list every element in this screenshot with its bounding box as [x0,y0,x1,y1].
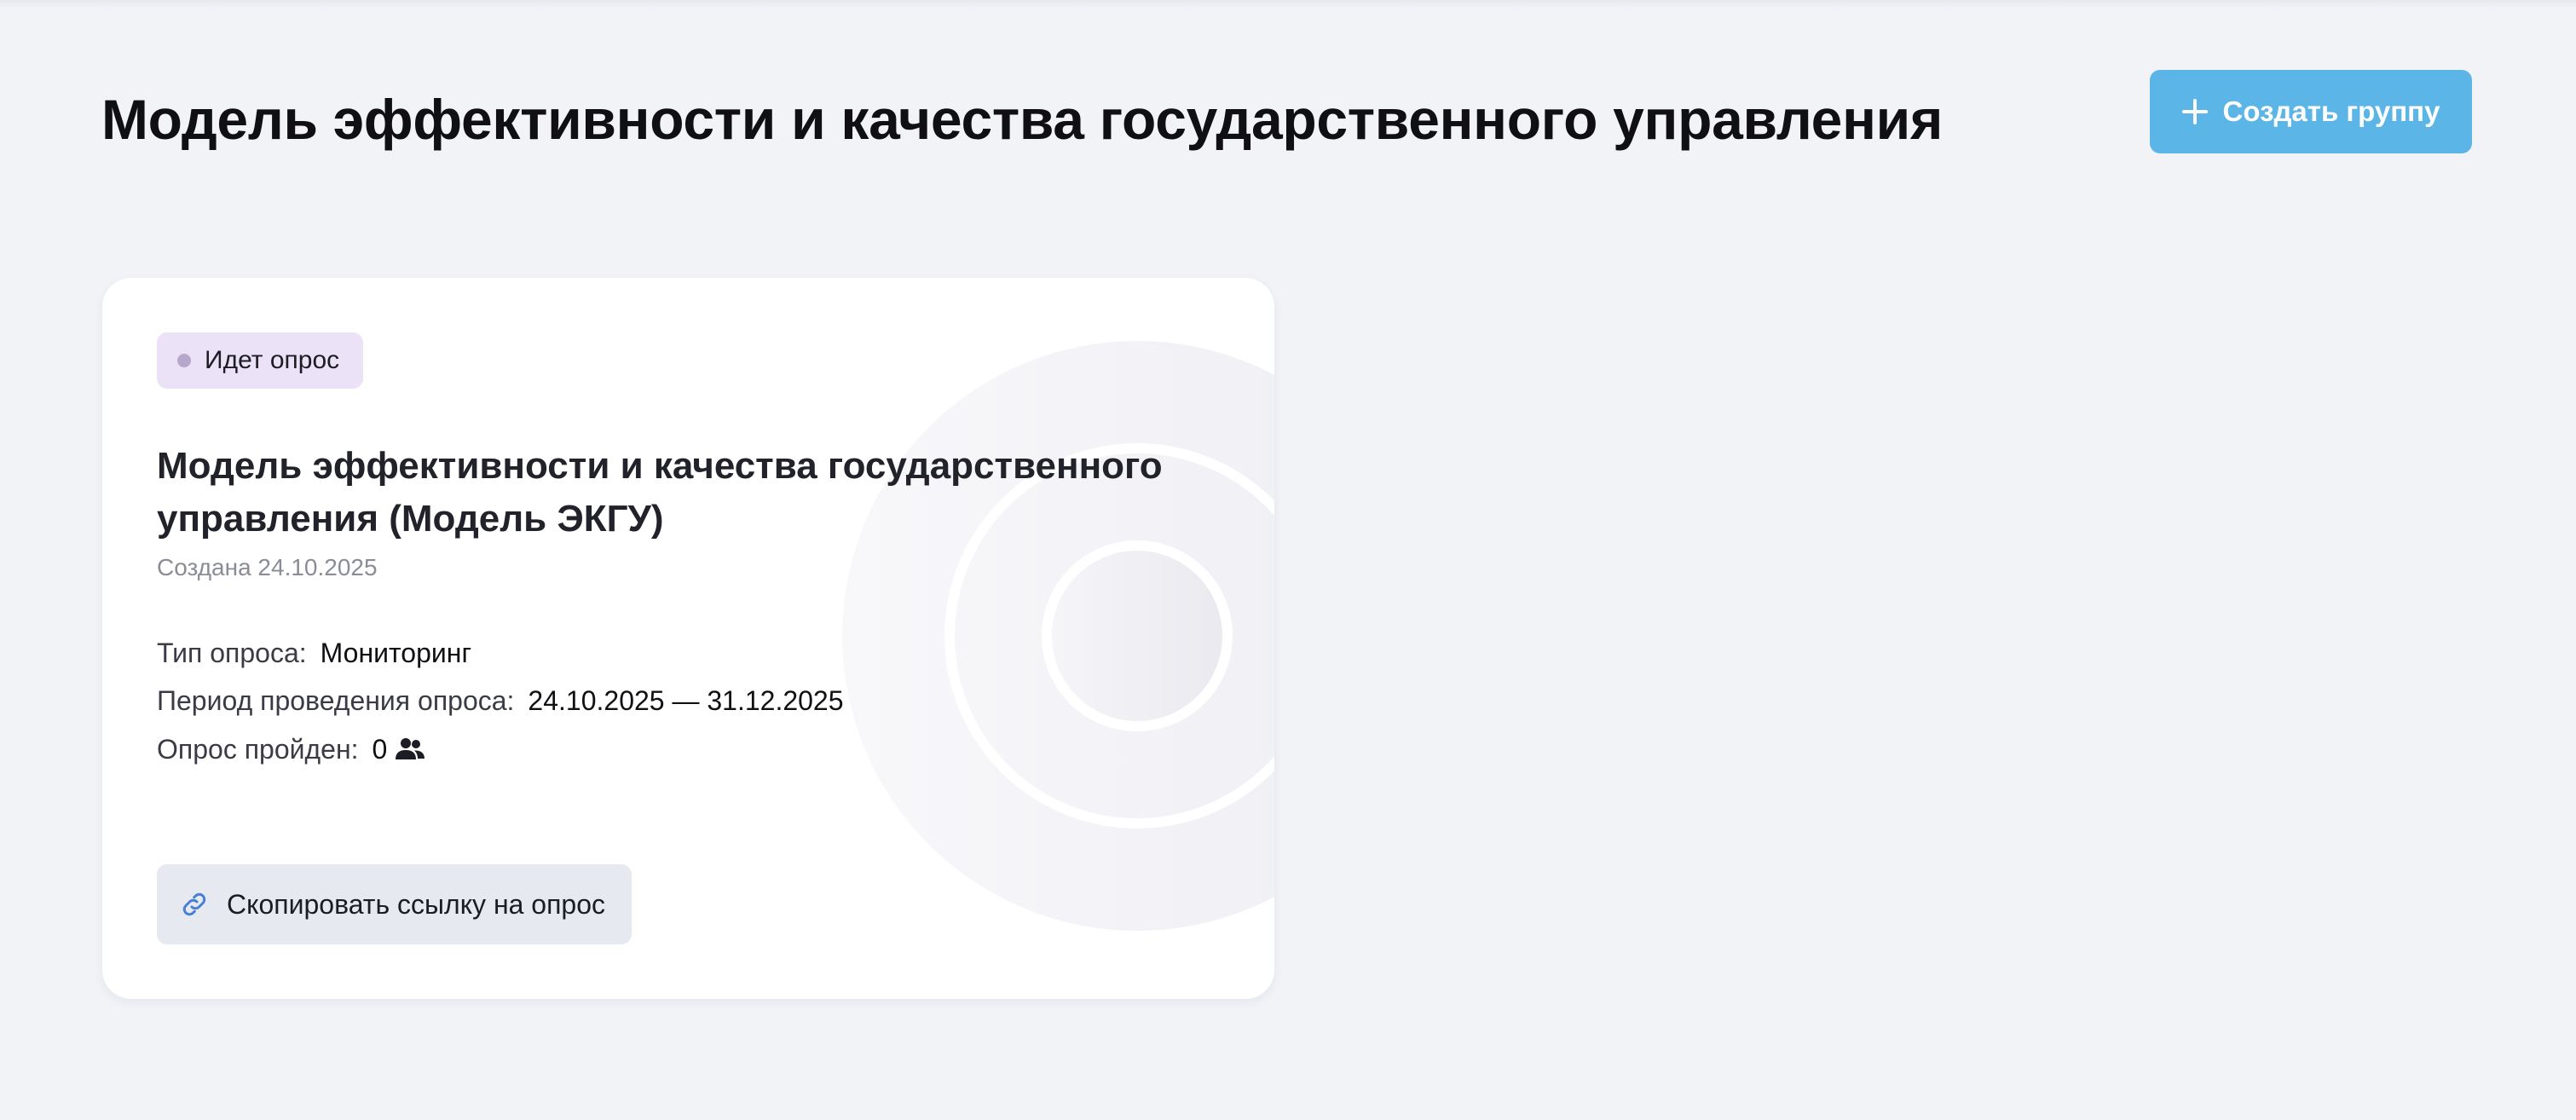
users-icon [396,738,425,759]
survey-passed-label: Опрос пройден: [157,734,359,765]
survey-title[interactable]: Модель эффективности и качества государс… [157,440,1163,546]
survey-period-row: Период проведения опроса: 24.10.2025 — 3… [157,682,844,719]
link-icon [182,892,206,916]
survey-period-label: Период проведения опроса: [157,685,515,716]
create-group-label: Создать группу [2222,95,2440,127]
survey-card[interactable]: Идет опрос Модель эффективности и качест… [102,278,1274,999]
created-date: Создана 24.10.2025 [157,554,378,580]
survey-passed-row: Опрос пройден: 0 [157,730,425,768]
survey-period-value: 24.10.2025 — 31.12.2025 [528,685,844,716]
status-label: Идет опрос [205,346,340,374]
copy-link-label: Скопировать ссылку на опрос [227,888,606,920]
copy-link-button[interactable]: Скопировать ссылку на опрос [157,864,632,944]
create-group-button[interactable]: Создать группу [2150,70,2472,153]
status-badge: Идет опрос [157,332,364,389]
survey-passed-value: 0 [372,734,388,765]
survey-type-label: Тип опроса: [157,638,307,668]
plus-icon [2181,99,2208,124]
status-dot [177,354,191,367]
page-title: Модель эффективности и качества государс… [101,88,1944,151]
survey-type-row: Тип опроса: Мониторинг [157,634,471,672]
survey-type-value: Мониторинг [320,638,472,668]
top-shadow [0,0,2576,9]
